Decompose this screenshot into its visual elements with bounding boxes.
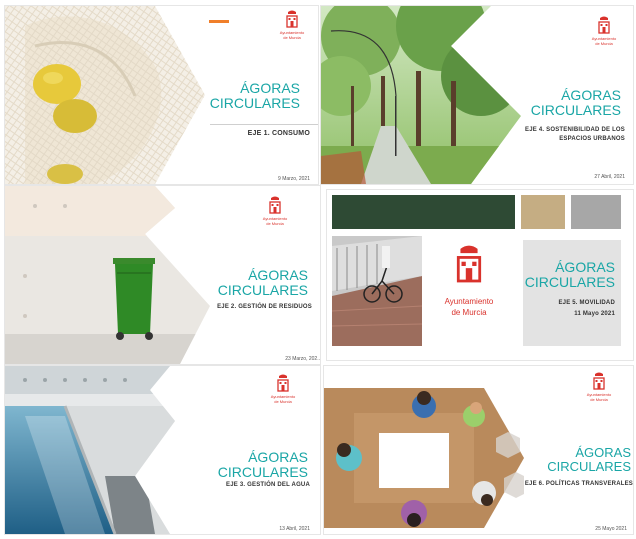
slide-eje3-agua[interactable]: Ayuntamiento de Murcia ÁGORAS CIRCULARES E… bbox=[5, 366, 320, 534]
accent-bar bbox=[209, 20, 229, 23]
slide-title: ÁGORAS CIRCULARES bbox=[524, 259, 615, 290]
slide-date: 25 Mayo 2021 bbox=[595, 526, 627, 532]
org-label: Ayuntamiento de Murcia bbox=[262, 216, 288, 226]
slide-date: 27 Abril, 2021 bbox=[594, 174, 625, 180]
castle-crest-icon bbox=[269, 196, 281, 214]
green-waste-bin-photo bbox=[5, 186, 210, 364]
gray-block bbox=[571, 195, 621, 229]
slide-eje2-residuos[interactable]: Ayuntamiento de Murcia ÁGORAS CIRCULARES E… bbox=[5, 186, 320, 364]
castle-crest-icon bbox=[286, 10, 298, 28]
slide-title: ÁGORAS CIRCULARES bbox=[209, 80, 300, 111]
cyclist-on-path-photo bbox=[332, 236, 422, 346]
castle-crest-icon bbox=[598, 16, 610, 34]
slide-date: 23 Marzo, 202.. bbox=[285, 356, 320, 362]
slide-date: 11 Mayo 2021 bbox=[574, 311, 615, 317]
divider bbox=[210, 124, 318, 125]
slide-subtitle: EJE 4. SOSTENIBILIDAD DE LOS ESPACIOS URB… bbox=[525, 127, 625, 142]
ayuntamiento-logo: Ayuntamiento de Murcia bbox=[263, 374, 303, 404]
castle-crest-icon bbox=[593, 372, 605, 390]
gray-panel bbox=[523, 240, 621, 346]
slide-subtitle: EJE 3. GESTIÓN DEL AGUA bbox=[226, 482, 310, 488]
org-label: Ayuntamiento de Murcia bbox=[591, 36, 617, 46]
slide-subtitle: EJE 1. CONSUMO bbox=[247, 130, 310, 137]
slide-eje4-espacios-urbanos[interactable]: Ayuntamiento de Murcia ÁGORAS CIRCULARES E… bbox=[321, 6, 633, 184]
castle-crest-icon bbox=[277, 374, 289, 392]
slide-title: ÁGORAS CIRCULARES bbox=[530, 87, 621, 118]
meeting-table-overhead-photo bbox=[324, 388, 524, 528]
tree-lined-park-path-photo bbox=[321, 6, 521, 184]
castle-crest-icon bbox=[456, 245, 482, 283]
slide-eje1-consumo[interactable]: Ayuntamiento de Murcia ÁGORAS CIRCULARES E… bbox=[5, 6, 318, 184]
slide-eje6-politicas-transversales[interactable]: Ayuntamiento de Murcia ÁGORAS CIRCULARES E… bbox=[324, 366, 633, 534]
slide-title: ÁGORAS CIRCULARES bbox=[217, 449, 308, 480]
dark-green-block bbox=[332, 195, 515, 229]
ayuntamiento-logo: Ayuntamiento de Murcia bbox=[255, 196, 295, 226]
org-label: Ayuntamiento de Murcia bbox=[444, 297, 494, 318]
org-label: Ayuntamiento de Murcia bbox=[586, 392, 612, 402]
slide-subtitle: EJE 5. MOVILIDAD bbox=[558, 300, 615, 306]
slide-subtitle: EJE 2. GESTIÓN DE RESIDUOS bbox=[217, 304, 312, 310]
gold-block bbox=[521, 195, 565, 229]
ayuntamiento-logo: Ayuntamiento de Murcia bbox=[273, 10, 311, 40]
slide-subtitle: EJE 6. POLÍTICAS TRANSVERALES bbox=[524, 481, 633, 487]
water-channel-photo bbox=[5, 366, 175, 534]
slide-date: 9 Marzo, 2021 bbox=[278, 176, 310, 182]
org-label: Ayuntamiento de Murcia bbox=[270, 394, 296, 404]
ayuntamiento-logo: Ayuntamiento de Murcia bbox=[584, 16, 624, 46]
slide-date: 13 Abril, 2021 bbox=[279, 526, 310, 532]
slide-title: ÁGORAS CIRCULARES bbox=[547, 445, 631, 474]
lemons-in-mesh-bag-photo bbox=[5, 6, 205, 184]
ayuntamiento-logo: Ayuntamiento de Murcia bbox=[429, 244, 509, 318]
org-label: Ayuntamiento de Murcia bbox=[279, 30, 305, 40]
ayuntamiento-logo: Ayuntamiento de Murcia bbox=[579, 372, 619, 402]
slide-eje5-movilidad[interactable]: Ayuntamiento de Murcia ÁGORAS CIRCULARES E… bbox=[327, 190, 633, 360]
slide-title: ÁGORAS CIRCULARES bbox=[217, 267, 308, 298]
